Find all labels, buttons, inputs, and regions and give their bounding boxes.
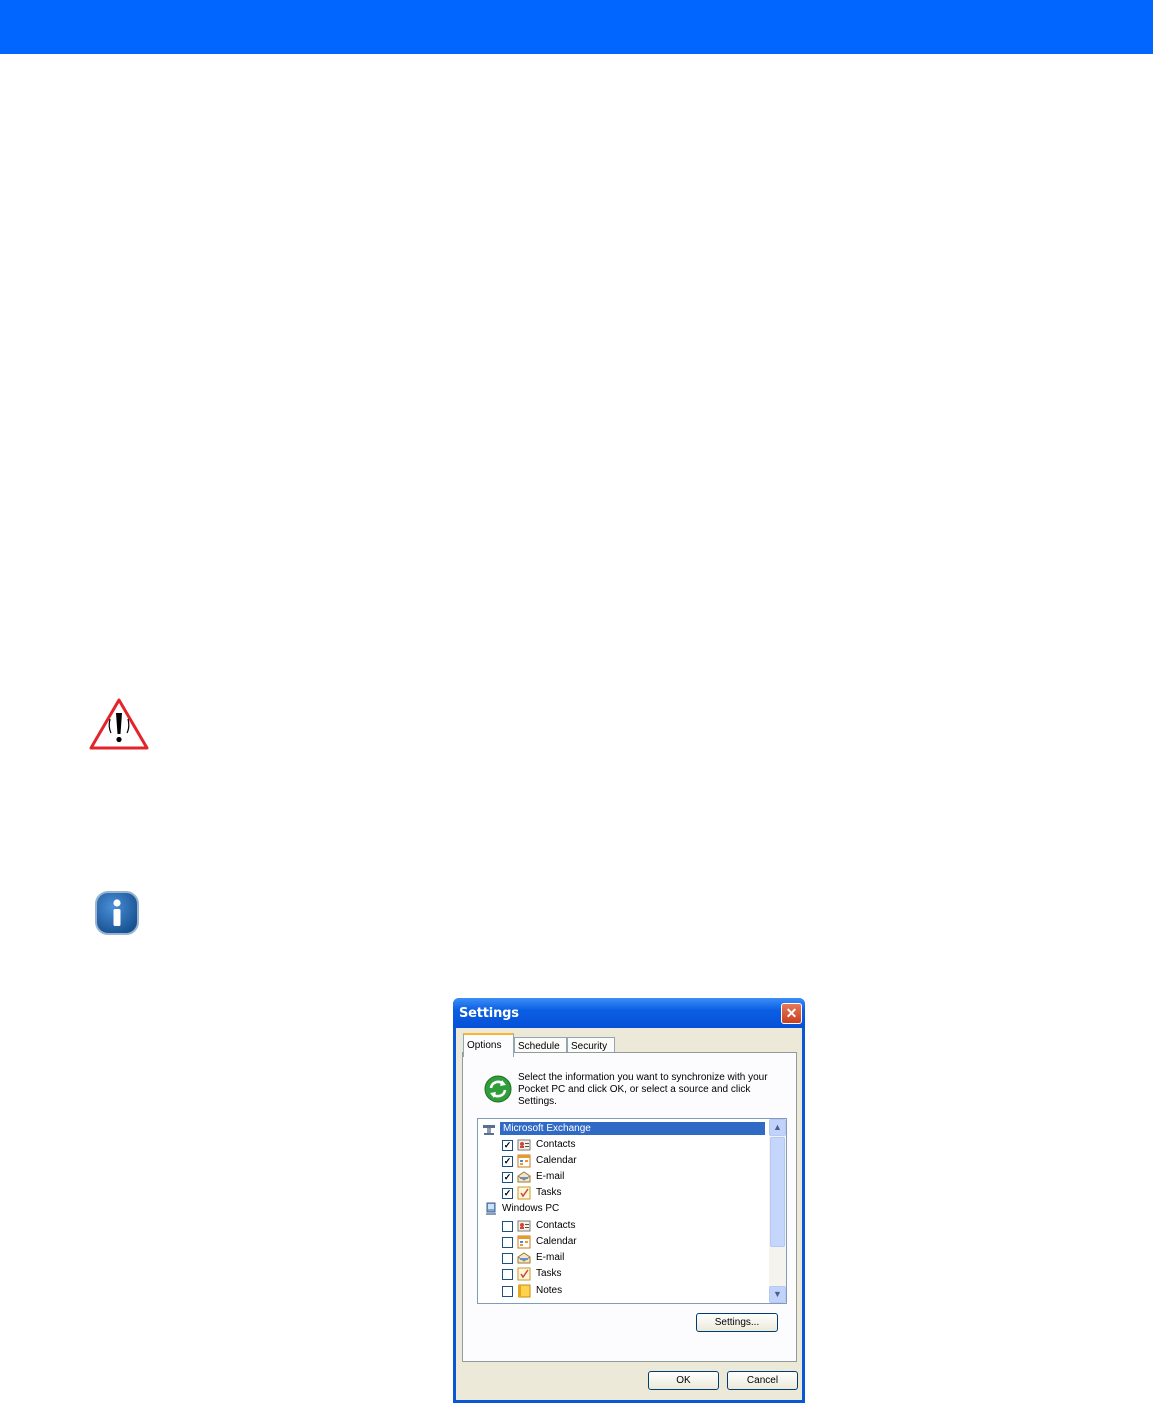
group-microsoft-exchange[interactable]: Microsoft Exchange [478, 1121, 768, 1137]
scroll-thumb[interactable] [770, 1137, 785, 1247]
item-label: Calendar [536, 1155, 577, 1166]
close-icon: ✕ [785, 1005, 798, 1021]
tab-security-label: Security [571, 1041, 608, 1052]
item-label: Contacts [536, 1220, 576, 1231]
calendar-icon [517, 1235, 531, 1249]
checkbox[interactable]: ✓ [502, 1188, 513, 1199]
checkbox[interactable] [502, 1237, 513, 1248]
tasks-icon [517, 1186, 531, 1200]
item-label: E-mail [536, 1171, 565, 1182]
ok-button[interactable]: OK [648, 1371, 719, 1390]
group-label: Microsoft Exchange [500, 1122, 765, 1135]
checkbox[interactable] [502, 1221, 513, 1232]
calendar-icon [517, 1154, 531, 1168]
tasks-icon [517, 1267, 531, 1281]
information-note-icon [95, 891, 139, 935]
notes-icon [518, 1284, 531, 1298]
item-label: Calendar [536, 1236, 577, 1247]
close-button[interactable]: ✕ [781, 1003, 802, 1024]
tab-options[interactable]: Options [463, 1033, 514, 1057]
dialog-title: Settings [459, 1006, 519, 1021]
checkbox[interactable]: ✓ [502, 1156, 513, 1167]
document-header-bar [0, 0, 1153, 54]
checkbox[interactable]: ✓ [502, 1172, 513, 1183]
cancel-button[interactable]: Cancel [727, 1371, 798, 1390]
checkbox[interactable]: ✓ [502, 1140, 513, 1151]
chevron-down-icon: ▼ [773, 1289, 782, 1299]
tab-options-label: Options [467, 1040, 502, 1051]
contacts-icon [517, 1139, 531, 1151]
chevron-up-icon: ▲ [773, 1122, 782, 1132]
sync-icon [484, 1075, 512, 1103]
checkbox[interactable] [502, 1286, 513, 1297]
checkbox[interactable] [502, 1269, 513, 1280]
checkbox[interactable] [502, 1303, 513, 1304]
item-label: Tasks [536, 1187, 562, 1198]
email-icon [517, 1252, 531, 1264]
scroll-up-button[interactable]: ▲ [769, 1119, 786, 1136]
item-label: Contacts [536, 1139, 576, 1150]
item-label: Tasks [536, 1268, 562, 1279]
settings-button[interactable]: Settings... [696, 1313, 778, 1332]
contacts-icon [517, 1220, 531, 1232]
settings-dialog: Settings ✕ Options Schedule Security Sel… [453, 998, 805, 1403]
email-icon [517, 1171, 531, 1183]
dialog-titlebar[interactable]: Settings ✕ [453, 998, 805, 1028]
tab-schedule-label: Schedule [518, 1041, 560, 1052]
exchange-server-icon [483, 1125, 495, 1135]
checkbox[interactable] [502, 1253, 513, 1264]
vertical-scrollbar[interactable]: ▲ ▼ [769, 1119, 786, 1303]
dialog-client-area: Options Schedule Security Select the inf… [456, 1028, 802, 1400]
windows-pc-icon [486, 1202, 496, 1215]
caution-warning-icon [89, 698, 149, 750]
item-label: Notes [536, 1285, 563, 1296]
instruction-text: Select the information you want to synch… [518, 1072, 768, 1107]
item-label: E-mail [536, 1252, 565, 1263]
group-label: Windows PC [502, 1203, 560, 1214]
scroll-down-button[interactable]: ▼ [769, 1286, 786, 1303]
sync-source-list[interactable]: Microsoft Exchange ✓ Contacts ✓ Calendar… [477, 1118, 787, 1304]
options-tab-panel: Select the information you want to synch… [462, 1052, 797, 1362]
